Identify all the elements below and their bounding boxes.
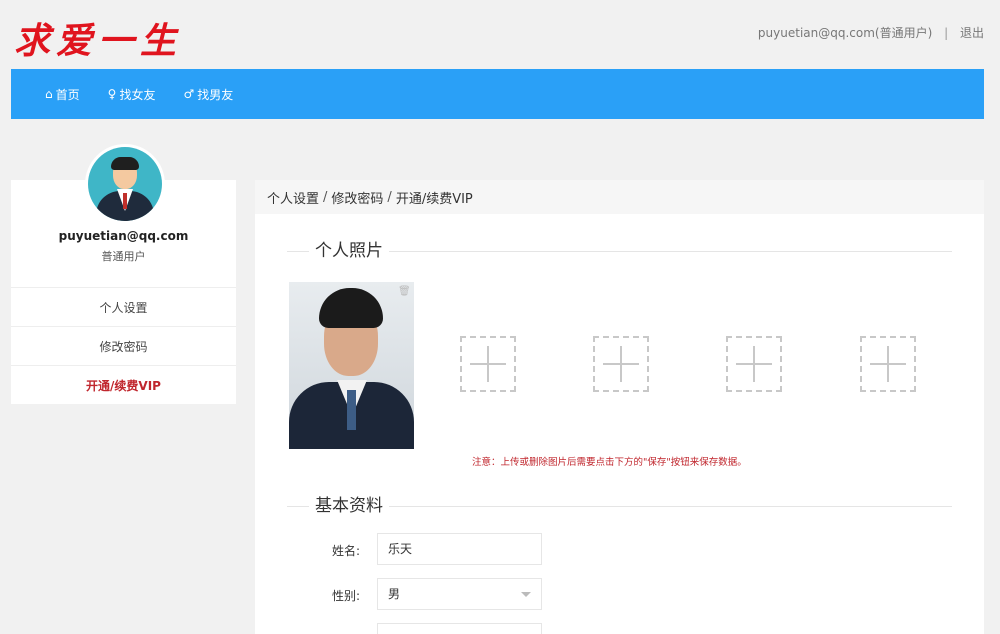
gender-label: 性别:	[331, 589, 360, 603]
name-label: 姓名:	[331, 544, 360, 558]
main-panel: 个人设置 / 修改密码 / 开通/续费VIP 个人照片 🗑 注意：上传或删除图片…	[255, 180, 984, 634]
sidebar-email: puyuetian@qq.com	[58, 229, 189, 243]
photo-section-title: 个人照片	[287, 241, 952, 261]
gender-select[interactable]: 男	[377, 578, 542, 610]
male-icon: ♂	[183, 87, 195, 101]
breadcrumb: 个人设置 / 修改密码 / 开通/续费VIP	[255, 180, 984, 214]
sidebar-menu: 个人设置 修改密码 开通/续费VIP	[11, 287, 236, 404]
add-photo-button[interactable]	[593, 336, 649, 392]
gender-value: 男	[388, 587, 401, 601]
crumb-change-password[interactable]: 修改密码	[331, 188, 383, 207]
crumb-separator: /	[323, 189, 328, 205]
add-photo-button[interactable]	[726, 336, 782, 392]
form-row-name: 姓名: 乐天	[255, 533, 984, 567]
trash-icon[interactable]: 🗑	[398, 286, 411, 297]
sidebar-item-personal-settings[interactable]: 个人设置	[11, 287, 236, 326]
next-input[interactable]	[377, 623, 542, 634]
nav-label: 找男友	[197, 87, 234, 102]
upload-notice: 注意：上传或删除图片后需要点击下方的"保存"按钮来保存数据。	[472, 457, 747, 468]
add-photo-button[interactable]	[460, 336, 516, 392]
nav-item-find-boyfriend[interactable]: ♂ 找男友	[183, 86, 233, 103]
crumb-personal-settings[interactable]: 个人设置	[267, 188, 319, 207]
home-icon: ⌂	[45, 87, 53, 101]
profile-photo[interactable]	[289, 282, 414, 449]
form-row-gender: 性别: 男	[255, 578, 984, 612]
nav-label: 首页	[55, 87, 80, 102]
logout-link[interactable]: 退出	[960, 26, 984, 40]
crumb-vip[interactable]: 开通/续费VIP	[396, 188, 473, 207]
main-navbar: ⌂ 首页 ♀ 找女友 ♂ 找男友	[11, 69, 984, 119]
basic-section-title: 基本资料	[287, 496, 952, 516]
nav-item-find-girlfriend[interactable]: ♀ 找女友	[108, 86, 156, 103]
female-icon: ♀	[107, 87, 117, 101]
avatar-user-icon	[88, 147, 162, 221]
sidebar-item-vip[interactable]: 开通/续费VIP	[11, 365, 236, 404]
avatar	[85, 144, 165, 224]
user-status: puyuetian@qq.com(普通用户) | 退出	[758, 24, 984, 41]
nav-label: 找女友	[119, 87, 156, 102]
user-info-link[interactable]: puyuetian@qq.com(普通用户)	[758, 26, 932, 40]
nav-item-home[interactable]: ⌂ 首页	[45, 86, 80, 103]
separator: |	[944, 26, 949, 40]
add-photo-button[interactable]	[860, 336, 916, 392]
site-logo[interactable]: 求爱一生	[14, 12, 182, 64]
photo-section-label: 个人照片	[309, 241, 389, 261]
sidebar-role: 普通用户	[101, 250, 146, 263]
sidebar-item-change-password[interactable]: 修改密码	[11, 326, 236, 365]
chevron-down-icon	[521, 592, 531, 597]
basic-section-label: 基本资料	[309, 496, 389, 516]
crumb-separator: /	[387, 189, 392, 205]
name-input[interactable]: 乐天	[377, 533, 542, 565]
form-row-next	[255, 623, 984, 634]
